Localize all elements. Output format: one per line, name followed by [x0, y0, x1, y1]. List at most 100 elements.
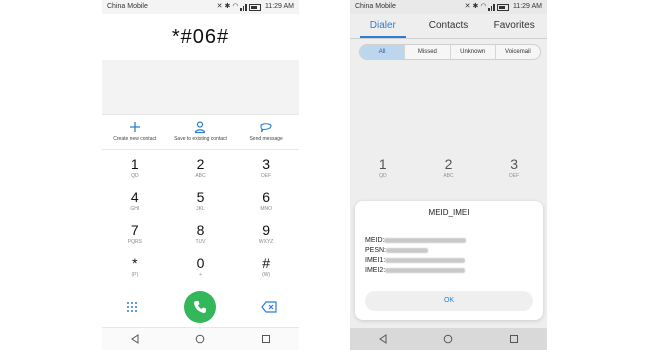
key-1[interactable]: 1 QD: [350, 156, 416, 189]
status-time: 11:29 AM: [512, 3, 542, 10]
signal-icon: [240, 3, 247, 11]
dialpad-grid-icon[interactable]: [125, 300, 139, 314]
status-bar: China Mobile ✕ ✱ ◠ 11:29 AM: [102, 0, 299, 14]
meid-line: MEID:: [365, 236, 467, 246]
mute-icon: ✕: [216, 3, 223, 10]
back-icon[interactable]: [130, 334, 140, 344]
carrier-name: China Mobile: [107, 3, 148, 10]
send-message-button[interactable]: Send message: [234, 115, 299, 149]
key-star[interactable]: * (P): [102, 255, 168, 288]
key-digit: 0: [196, 255, 205, 271]
tab-dialer[interactable]: Dialer: [350, 14, 416, 38]
key-letters: MNO: [260, 206, 272, 212]
recents-icon[interactable]: [509, 334, 519, 344]
key-letters: WXYZ: [258, 239, 274, 245]
redacted-value: [386, 247, 429, 253]
key-digit: *: [132, 255, 138, 271]
imei1-line: IMEI1:: [365, 256, 466, 266]
key-letters: PQRS: [127, 239, 142, 245]
key-hash[interactable]: # (W): [233, 255, 299, 288]
key-digit: 3: [510, 156, 519, 172]
phone-icon: [193, 301, 206, 313]
imei2-label: IMEI2:: [365, 267, 386, 274]
redacted-value: [385, 267, 466, 273]
recents-icon[interactable]: [261, 334, 271, 344]
key-digit: #: [262, 255, 271, 271]
key-2[interactable]: 2 ABC: [416, 156, 482, 189]
tab-contacts[interactable]: Contacts: [416, 14, 482, 38]
key-6[interactable]: 6 MNO: [233, 189, 299, 222]
key-3[interactable]: 3 DEF: [481, 156, 547, 189]
key-0[interactable]: 0 +: [168, 255, 234, 288]
dialer-controls: [102, 289, 299, 325]
signal-icon: [488, 3, 495, 11]
navigation-bar: [350, 328, 547, 350]
key-letters: GHI: [130, 206, 140, 212]
key-digit: 1: [130, 156, 139, 172]
call-button[interactable]: [183, 291, 216, 323]
key-digit: 2: [196, 156, 205, 172]
bluetooth-icon: ✱: [472, 3, 479, 10]
plus-icon: [129, 122, 140, 132]
call-log-filter: All Missed Unknown Voicemail: [359, 44, 541, 60]
key-4[interactable]: 4 GHI: [102, 189, 168, 222]
key-digit: 5: [196, 189, 205, 205]
key-digit: 9: [262, 222, 271, 238]
filter-unknown[interactable]: Unknown: [451, 45, 496, 59]
imei-dialog: MEID_IMEI MEID: PESN: IMEI1: IMEI2: OK: [355, 201, 543, 320]
carrier-name: China Mobile: [355, 3, 396, 10]
meid-label: MEID:: [365, 237, 385, 244]
phone-dialer-screen: China Mobile ✕ ✱ ◠ 11:29 AM *#06# Create…: [102, 0, 299, 350]
key-digit: 4: [130, 189, 139, 205]
dialed-number: *#06#: [102, 14, 299, 60]
pesn-label: PESN:: [365, 247, 387, 254]
redacted-value: [385, 257, 466, 263]
filter-missed[interactable]: Missed: [405, 45, 451, 59]
home-icon[interactable]: [443, 334, 453, 344]
phone-imei-dialog-screen: China Mobile ✕ ✱ ◠ 11:29 AM Dialer Conta…: [350, 0, 547, 350]
key-8[interactable]: 8 TUV: [168, 222, 234, 255]
battery-icon: [496, 3, 509, 11]
back-icon[interactable]: [378, 334, 388, 344]
save-existing-label: Save to existing contact: [174, 136, 227, 142]
key-digit: 6: [262, 189, 271, 205]
key-7[interactable]: 7 PQRS: [102, 222, 168, 255]
create-contact-label: Create new contact: [113, 136, 157, 142]
navigation-bar: [102, 327, 299, 350]
key-letters: QD: [131, 173, 139, 179]
key-2[interactable]: 2 ABC: [168, 156, 234, 189]
tab-favorites[interactable]: Favorites: [481, 14, 547, 38]
ok-button[interactable]: OK: [365, 291, 533, 311]
key-letters: (W): [262, 272, 271, 278]
create-contact-button[interactable]: Create new contact: [102, 115, 167, 149]
key-digit: 2: [444, 156, 453, 172]
backspace-icon[interactable]: [260, 301, 277, 313]
key-5[interactable]: 5 JKL: [168, 189, 234, 222]
wifi-icon: ◠: [480, 3, 487, 10]
person-icon: [195, 121, 206, 134]
contact-actions: Create new contact Save to existing cont…: [102, 114, 299, 150]
key-1[interactable]: 1 QD: [102, 156, 168, 189]
key-letters: JKL: [196, 206, 205, 212]
key-digit: 7: [130, 222, 139, 238]
key-letters: QD: [379, 173, 387, 179]
key-letters: (P): [131, 272, 139, 278]
home-icon[interactable]: [195, 334, 205, 344]
filter-voicemail[interactable]: Voicemail: [496, 45, 540, 59]
key-3[interactable]: 3 DEF: [233, 156, 299, 189]
key-9[interactable]: 9 WXYZ: [233, 222, 299, 255]
filter-all[interactable]: All: [360, 45, 406, 59]
save-existing-contact-button[interactable]: Save to existing contact: [168, 115, 233, 149]
key-letters: TUV: [195, 239, 206, 245]
key-letters: +: [199, 272, 202, 278]
imei1-label: IMEI1:: [365, 257, 386, 264]
imei2-line: IMEI2:: [365, 266, 466, 276]
key-digit: 3: [262, 156, 271, 172]
status-time: 11:29 AM: [264, 3, 294, 10]
message-icon: [260, 123, 272, 133]
wifi-icon: ◠: [232, 3, 239, 10]
key-digit: 1: [378, 156, 387, 172]
status-bar: China Mobile ✕ ✱ ◠ 11:29 AM: [350, 0, 547, 14]
redacted-value: [384, 237, 467, 243]
display-area: [102, 60, 299, 114]
